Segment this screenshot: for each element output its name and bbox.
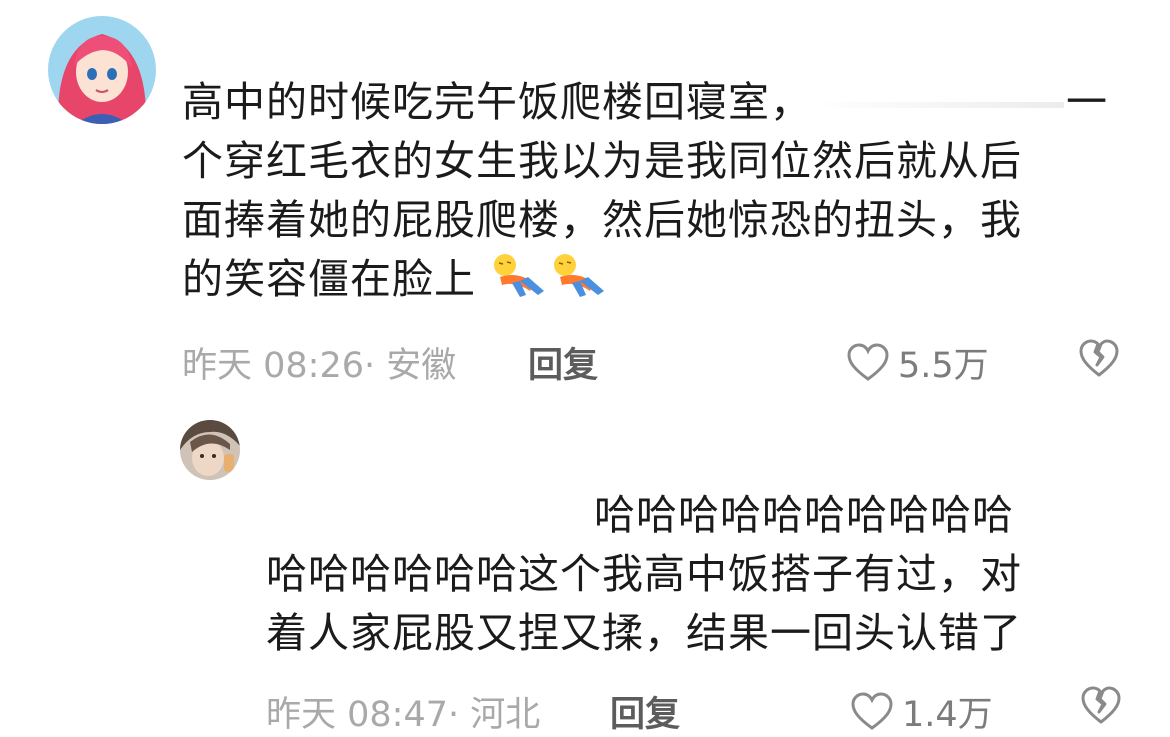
- comment-text-line: 一: [1066, 78, 1108, 126]
- comment-time: 昨天 08:47: [266, 695, 448, 735]
- comment-text-line: 个穿红毛衣的女生我以为是我同位然后就从后: [182, 137, 1022, 185]
- comment-text: 哈哈哈哈哈哈哈哈哈哈 哈哈哈哈哈哈这个我高中饭搭子有过，对 着人家屁股又捏又揉，…: [266, 486, 1022, 663]
- comment-text-line: 着人家屁股又捏又揉，结果一回头认错了: [266, 609, 1022, 657]
- lying-down-emoji-icon: [554, 254, 605, 297]
- like-button[interactable]: 1.4万: [850, 686, 993, 737]
- broken-heart-icon[interactable]: [1080, 686, 1122, 726]
- comment-meta: 昨天 08:47· 河北: [266, 686, 540, 737]
- comment-text-line: 的笑容僵在脸上: [182, 255, 476, 303]
- comment-text-line: 高中的时候吃完午饭爬楼回寝室，: [182, 78, 812, 126]
- comment-text-line: 哈哈哈哈哈哈哈哈哈哈: [594, 491, 1014, 539]
- heart-outline-icon: [847, 342, 889, 381]
- like-button[interactable]: 5.5万: [846, 337, 989, 388]
- reply-button[interactable]: 回复: [610, 686, 680, 737]
- heart-outline-icon: [851, 691, 893, 730]
- redacted-mark: [266, 528, 594, 529]
- like-count: 5.5万: [898, 346, 989, 386]
- comment-time: 昨天 08:26: [182, 346, 364, 386]
- like-count: 1.4万: [902, 695, 993, 735]
- comment-text-line: 面捧着她的屁股爬楼，然后她惊恐的扭头，我: [182, 196, 1022, 244]
- broken-heart-icon[interactable]: [1078, 339, 1120, 379]
- comment-text-line: 哈哈哈哈哈哈这个我高中饭搭子有过，对: [266, 550, 1022, 598]
- lying-down-emoji-icon: [494, 254, 545, 297]
- user-avatar[interactable]: [180, 420, 240, 480]
- comment-location: · 安徽: [364, 346, 457, 386]
- reply-button[interactable]: 回复: [528, 337, 598, 388]
- comment-meta: 昨天 08:26· 安徽: [182, 337, 456, 388]
- redacted-mark: [814, 102, 1064, 108]
- comment-location: · 河北: [448, 695, 541, 735]
- comment-text: 高中的时候吃完午饭爬楼回寝室， 一 个穿红毛衣的女生我以为是我同位然后就从后 面捧…: [182, 73, 1108, 309]
- user-avatar[interactable]: [48, 16, 156, 124]
